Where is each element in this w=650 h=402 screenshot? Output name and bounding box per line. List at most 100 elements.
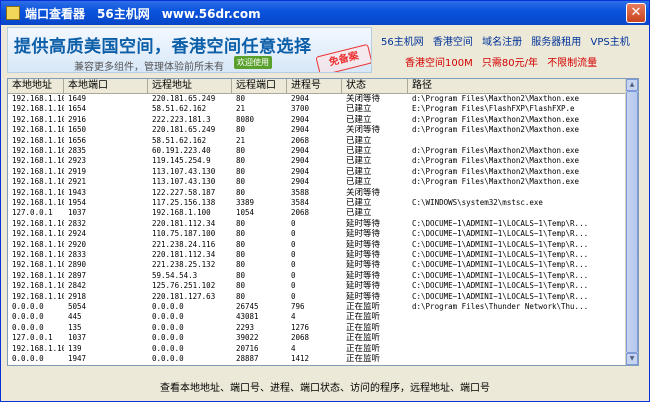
table-cell: C:\DOCUME~1\ADMINI~1\LOCALS~1\Temp\R... — [412, 281, 589, 291]
close-button[interactable]: ✕ — [626, 3, 646, 23]
table-cell: 2897 — [68, 270, 87, 280]
table-row[interactable]: 192.168.1.100 2923 119.145.254.9 80 2904 已建立 d… — [8, 156, 628, 166]
table-cell: 192.168.1.100 — [12, 114, 64, 124]
table-cell: 2068 — [291, 135, 310, 145]
table-cell: 221.238.24.116 — [152, 239, 216, 249]
table-cell — [408, 208, 628, 218]
table-cell: 2904 — [291, 94, 310, 103]
table-cell: 5054 — [68, 302, 87, 311]
table-cell: 已建立 — [346, 135, 372, 146]
table-cell: d:\Program Files\Maxthon2\Maxthon.exe — [412, 114, 580, 124]
app-icon — [6, 6, 20, 20]
table-row[interactable]: 192.168.1.100 139 0.0.0.0 20716 4 正在监听 — [8, 344, 628, 354]
table-cell: 已建立 — [346, 114, 372, 125]
vertical-scrollbar[interactable]: ▲ ▼ — [625, 79, 638, 365]
table-cell: 80 — [236, 229, 246, 239]
scroll-up-icon[interactable]: ▲ — [626, 79, 638, 91]
table-cell: 0.0.0.0 — [152, 322, 184, 332]
scroll-down-icon[interactable]: ▼ — [626, 353, 638, 365]
table-cell: 192.168.1.100 — [12, 260, 64, 270]
table-cell: 2923 — [68, 156, 87, 166]
link-server-rental[interactable]: 服务器租用 — [531, 37, 581, 48]
table-row[interactable]: 127.0.0.1 1037 192.168.1.100 1054 2068 已建立 — [8, 208, 628, 218]
table-cell: 0.0.0.0 — [12, 354, 44, 363]
table-cell: C:\DOCUME~1\ADMINI~1\LOCALS~1\Temp\R... — [412, 291, 589, 301]
column-header-path[interactable]: 路径 — [408, 79, 628, 93]
table-row[interactable]: 192.168.1.100 2833 220.181.112.34 80 0 延时等待 C:… — [8, 250, 628, 260]
table-cell: 1654 — [68, 104, 87, 114]
title-bar[interactable]: 端口查看器 56主机网 www.56dr.com ✕ — [1, 1, 649, 25]
table-cell: 192.168.1.100 — [12, 177, 64, 187]
table-cell: 192.168.1.100 — [152, 208, 211, 218]
table-cell: 正在监听 — [346, 333, 381, 344]
table-row[interactable]: 0.0.0.0 445 0.0.0.0 43081 4 正在监听 — [8, 312, 628, 322]
table-row[interactable]: 0.0.0.0 1947 0.0.0.0 28887 1412 正在监听 — [8, 354, 628, 364]
table-cell: 2068 — [291, 333, 310, 343]
table-row[interactable]: 192.168.1.100 1649 220.181.65.249 80 2904 关闭等… — [8, 94, 628, 104]
table-cell: 43081 — [236, 312, 259, 322]
table-cell: 80 — [236, 291, 246, 301]
table-cell: 192.168.1.100 — [12, 229, 64, 239]
table-cell: d:\Program Files\Maxthon2\Maxthon.exe — [412, 156, 580, 166]
column-header-state[interactable]: 状态 — [342, 79, 408, 93]
table-cell: 0.0.0.0 — [12, 312, 44, 322]
table-row[interactable]: 0.0.0.0 135 0.0.0.0 2293 1276 正在监听 — [8, 323, 628, 333]
table-cell: 221.238.25.132 — [152, 260, 216, 270]
table-cell: 192.168.1.100 — [12, 281, 64, 291]
table-row[interactable]: 192.168.1.100 1954 117.25.156.138 3389 3584 已… — [8, 198, 628, 208]
table-row[interactable]: 192.168.1.100 2832 220.181.112.34 80 0 延时等待 C:… — [8, 219, 628, 229]
table-cell: 80 — [236, 146, 246, 155]
column-header-local-address[interactable]: 本地地址 — [8, 79, 64, 93]
table-cell: 80 — [236, 250, 246, 259]
table-cell — [408, 136, 628, 146]
table-row[interactable]: 192.168.1.100 2890 221.238.25.132 80 0 延时等待 C:… — [8, 260, 628, 270]
table-cell: 正在监听 — [346, 312, 381, 323]
table-row[interactable]: 192.168.1.100 1943 122.227.58.187 80 3588 关闭等… — [8, 188, 628, 198]
table-cell: 192.168.1.100 — [12, 94, 64, 103]
table-cell: d:\Program Files\Maxthon2\Maxthon.exe — [412, 146, 580, 155]
promo-line[interactable]: 香港空间100M 只需80元/年 不限制流量 — [405, 54, 603, 69]
table-cell: 220.181.127.63 — [152, 291, 216, 301]
table-cell: 113.107.43.130 — [152, 177, 216, 187]
table-row[interactable]: 192.168.1.100 2897 59.54.54.3 80 0 延时等待 C:\DOC… — [8, 271, 628, 281]
table-cell: 21 — [236, 104, 246, 114]
table-cell — [408, 354, 628, 364]
column-header-remote-address[interactable]: 远程地址 — [148, 79, 232, 93]
table-cell: 192.168.1.100 — [12, 125, 64, 135]
ad-banner[interactable]: 提供高质美国空间，香港空间任意选择 兼容更多组件，管理体验前所未有 欢迎使用 免… — [7, 27, 372, 73]
table-row[interactable]: 127.0.0.1 1037 0.0.0.0 39022 2068 正在监听 — [8, 333, 628, 343]
connections-table[interactable]: 本地地址 本地端口 远程地址 远程端口 进程号 状态 路径 192.168.1.… — [7, 78, 639, 366]
table-row[interactable]: 192.168.1.100 1654 58.51.62.162 21 3700 已建立 E:… — [8, 104, 628, 114]
table-cell: 已建立 — [346, 177, 372, 188]
table-cell: 关闭等待 — [346, 94, 381, 104]
table-cell: d:\Program Files\Thunder Network\Thu... — [412, 302, 589, 311]
table-row[interactable]: 0.0.0.0 5054 0.0.0.0 26745 796 正在监听 d:\Program… — [8, 302, 628, 312]
table-cell: 80 — [236, 156, 246, 166]
table-cell: 192.168.1.100 — [12, 343, 64, 353]
table-row[interactable]: 192.168.1.100 2835 60.191.223.40 80 2904 已建立 d… — [8, 146, 628, 156]
scroll-thumb[interactable] — [626, 91, 638, 353]
table-cell — [408, 188, 628, 198]
table-row[interactable]: 192.168.1.100 2916 222.223.181.3 8080 2904 已建… — [8, 115, 628, 125]
table-row[interactable]: 192.168.1.100 2919 113.107.43.130 80 2904 已建立… — [8, 167, 628, 177]
table-row[interactable]: 192.168.1.100 1650 220.181.65.249 80 2904 关闭等… — [8, 125, 628, 135]
table-row[interactable]: 192.168.1.100 1656 58.51.62.162 21 2068 已建立 — [8, 136, 628, 146]
column-header-pid[interactable]: 进程号 — [287, 79, 342, 93]
link-56host[interactable]: 56主机网 — [381, 37, 424, 48]
table-cell: 正在监听 — [346, 302, 381, 312]
table-row[interactable]: 192.168.1.100 2918 220.181.127.63 80 0 延时等待 C:… — [8, 292, 628, 302]
table-row[interactable]: 192.168.1.100 2842 125.76.251.102 80 0 延时等待 C:… — [8, 281, 628, 291]
table-row[interactable]: 192.168.1.100 2921 113.107.43.130 80 2904 已建立… — [8, 177, 628, 187]
table-cell: 0 — [291, 218, 296, 228]
table-cell: 80 — [236, 281, 246, 291]
table-cell: 119.145.254.9 — [152, 156, 211, 166]
link-vps[interactable]: VPS主机 — [590, 37, 629, 48]
table-row[interactable]: 192.168.1.100 2920 221.238.24.116 80 0 延时等待 C:… — [8, 240, 628, 250]
link-domain-register[interactable]: 域名注册 — [482, 37, 522, 48]
table-cell: 已建立 — [346, 156, 372, 167]
table-row[interactable]: 192.168.1.100 2924 110.75.187.100 80 0 延时等待 C:… — [8, 229, 628, 239]
table-cell: 39022 — [236, 333, 259, 343]
link-hk-hosting[interactable]: 香港空间 — [433, 37, 473, 48]
column-header-local-port[interactable]: 本地端口 — [64, 79, 148, 93]
column-header-remote-port[interactable]: 远程端口 — [232, 79, 287, 93]
